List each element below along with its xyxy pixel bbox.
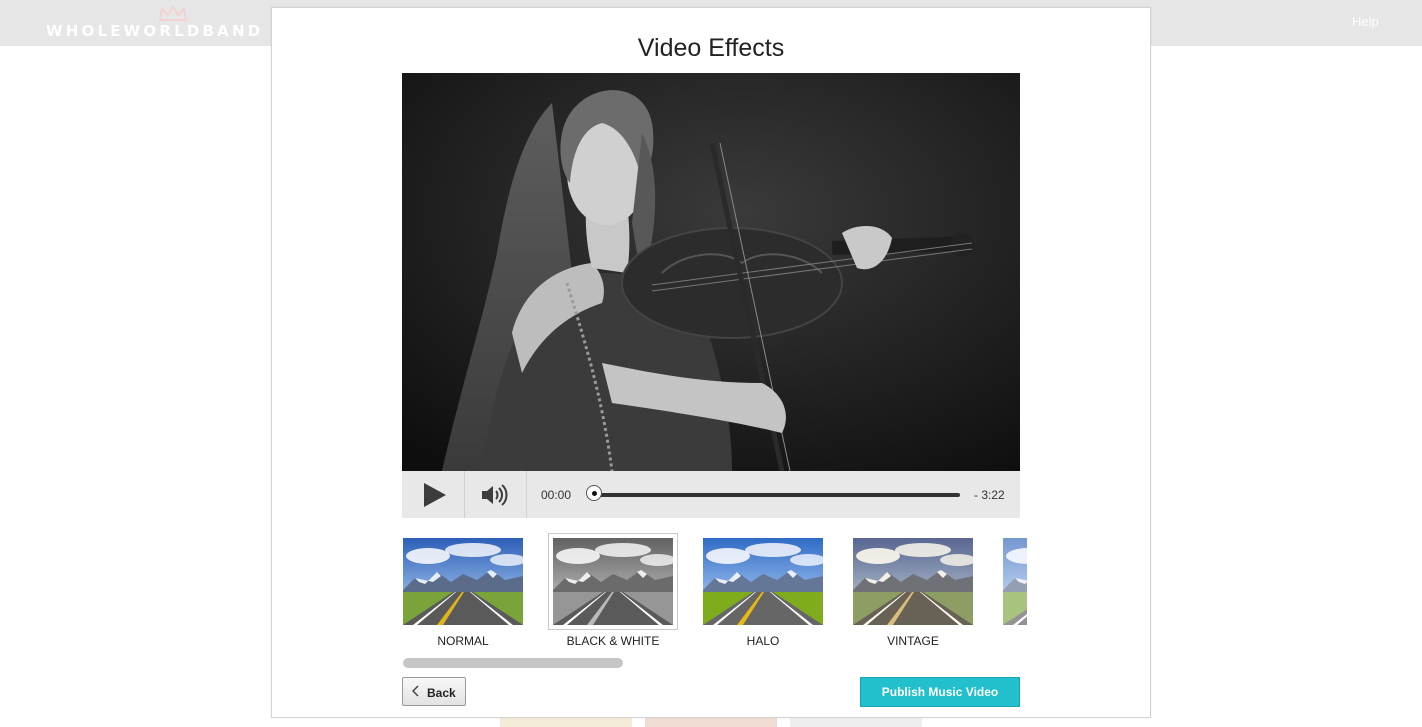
video-effects-dialog: Video Effects 00:00 - 3:22 NORMAL BLACK … <box>271 7 1151 718</box>
road-thumbnail-image <box>1003 538 1027 625</box>
road-thumbnail-image <box>553 538 673 625</box>
road-thumbnail-image <box>853 538 973 625</box>
logo-text: WHOLEWORLDBAND <box>46 22 264 40</box>
volume-icon <box>482 484 508 506</box>
back-button-label: Back <box>427 686 456 700</box>
effect-label: HALO <box>746 634 780 648</box>
crown-icon <box>158 6 188 21</box>
effect-vintage[interactable]: VINTAGE <box>853 532 983 656</box>
effect-halo[interactable]: HALO <box>703 532 833 656</box>
video-preview[interactable] <box>402 73 1020 471</box>
publish-music-video-button[interactable]: Publish Music Video <box>860 677 1020 707</box>
seek-bar[interactable] <box>586 485 962 505</box>
effect-thumbnail <box>549 534 677 629</box>
remaining-time: - 3:22 <box>974 488 1005 502</box>
dialog-title: Video Effects <box>637 34 785 62</box>
effect-thumbnail <box>1003 538 1027 625</box>
effect-label: BLACK & WHITE <box>566 634 660 648</box>
play-button[interactable] <box>420 482 450 508</box>
effect-faded[interactable] <box>1003 532 1027 656</box>
effects-scrollbar[interactable] <box>403 658 623 668</box>
effect-thumbnail <box>403 538 523 625</box>
seek-handle[interactable] <box>586 485 602 501</box>
effect-thumbnail <box>853 538 973 625</box>
player-controls: 00:00 - 3:22 <box>402 471 1020 518</box>
divider <box>464 471 465 518</box>
volume-button[interactable] <box>480 483 510 507</box>
video-frame <box>402 73 1020 471</box>
chevron-left-icon <box>412 685 419 697</box>
effect-label: NORMAL <box>437 634 489 648</box>
divider <box>526 471 527 518</box>
logo[interactable]: WHOLEWORLDBAND <box>46 6 260 40</box>
current-time: 00:00 <box>541 488 572 502</box>
seek-track <box>592 493 960 497</box>
effect-thumbnail <box>703 538 823 625</box>
effect-normal[interactable]: NORMAL <box>403 532 533 656</box>
road-thumbnail-image <box>703 538 823 625</box>
effect-black-white[interactable]: BLACK & WHITE <box>549 532 683 656</box>
effect-label: VINTAGE <box>887 634 939 648</box>
help-link[interactable]: Help <box>1352 14 1379 29</box>
effects-carousel: NORMAL BLACK & WHITE HALO VINTAGE <box>403 532 1027 656</box>
back-button[interactable]: Back <box>402 677 466 706</box>
road-thumbnail-image <box>403 538 523 625</box>
play-icon <box>424 483 446 507</box>
